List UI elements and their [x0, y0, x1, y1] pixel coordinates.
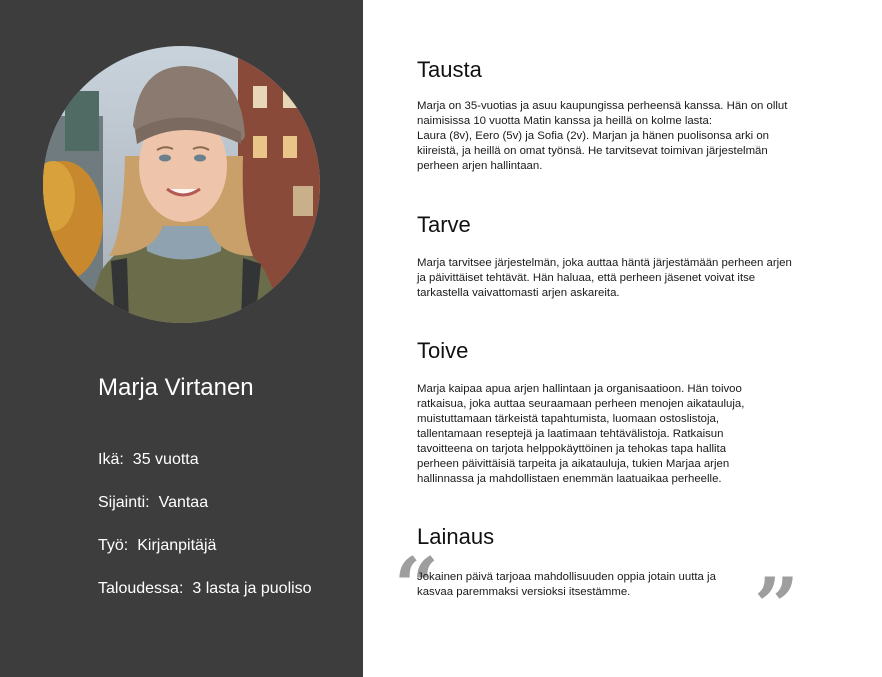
fact-value: 3 lasta ja puoliso: [192, 580, 312, 597]
fact-value: Vantaa: [158, 494, 209, 511]
text-line: Jokainen päivä tarjoaa mahdollisuuden op…: [417, 571, 716, 583]
section-heading-background: Tausta: [417, 57, 482, 82]
text-line: naimisissa 10 vuotta Matin kanssa ja hei…: [417, 115, 713, 127]
fact-label: Taloudessa:: [98, 580, 184, 597]
text-line: tarkastella vaivattomasti arjen askareit…: [417, 287, 620, 299]
fact-location: Sijainti: Vantaa: [98, 494, 208, 512]
section-heading-need: Tarve: [417, 212, 471, 237]
text-line: ratkaisua, joka auttaa seuraamaan perhee…: [417, 398, 745, 410]
fact-value: Kirjanpitäjä: [137, 537, 217, 554]
text-line: muistuttamaan tärkeistä tapahtumista, lu…: [417, 413, 720, 425]
text-line: Marja tarvitsee järjestelmän, joka autta…: [417, 257, 792, 269]
text-line: tallentamaan reseptejä ja laatimaan teht…: [417, 428, 724, 440]
person-name: Marja Virtanen: [98, 374, 254, 401]
fact-value: 35 vuotta: [132, 451, 199, 468]
text-line: tavoitteena on tarjota helppokäyttöinen …: [417, 443, 727, 455]
text-line: Marja on 35-vuotias ja asuu kaupungissa …: [417, 100, 788, 112]
fact-label: Sijainti:: [98, 494, 150, 511]
persona-details: Tausta Marja on 35-vuotias ja asuu kaupu…: [363, 0, 882, 677]
text-line: perheen päivittäisiä tarpeita ja aikatau…: [417, 458, 730, 470]
quote-text: Jokainen päivä tarjoaa mahdollisuuden op…: [417, 570, 842, 600]
text-line: Marja kaipaa apua arjen hallintaan ja or…: [417, 383, 742, 395]
text-line: kasvaa paremmaksi versioksi itsestämme.: [417, 586, 631, 598]
text-line: ja päivittäiset tehtävät. Hän haluaa, et…: [417, 272, 756, 284]
section-body-background: Marja on 35-vuotias ja asuu kaupungissa …: [417, 99, 842, 174]
text-line: hallinnassa ja mahdollistaen enemmän laa…: [417, 473, 722, 485]
text-line: kiireistä, ja heillä on omat työnsä. He …: [417, 145, 768, 157]
fact-job: Työ: Kirjanpitäjä: [98, 537, 216, 555]
fact-age: Ikä: 35 vuotta: [98, 451, 199, 469]
section-body-wish: Marja kaipaa apua arjen hallintaan ja or…: [417, 382, 842, 487]
profile-photo: [43, 46, 320, 323]
section-heading-wish: Toive: [417, 338, 469, 363]
fact-label: Työ:: [98, 537, 129, 554]
profile-sidebar: Marja Virtanen Ikä: 35 vuotta Sijainti: Va…: [0, 0, 363, 677]
fact-label: Ikä:: [98, 451, 124, 468]
fact-household: Taloudessa: 3 lasta ja puoliso: [98, 580, 312, 598]
text-line: perheen arjen hallintaan.: [417, 160, 543, 172]
text-line: Laura (8v), Eero (5v) ja Sofia (2v). Mar…: [417, 130, 770, 142]
section-body-need: Marja tarvitsee järjestelmän, joka autta…: [417, 256, 842, 301]
